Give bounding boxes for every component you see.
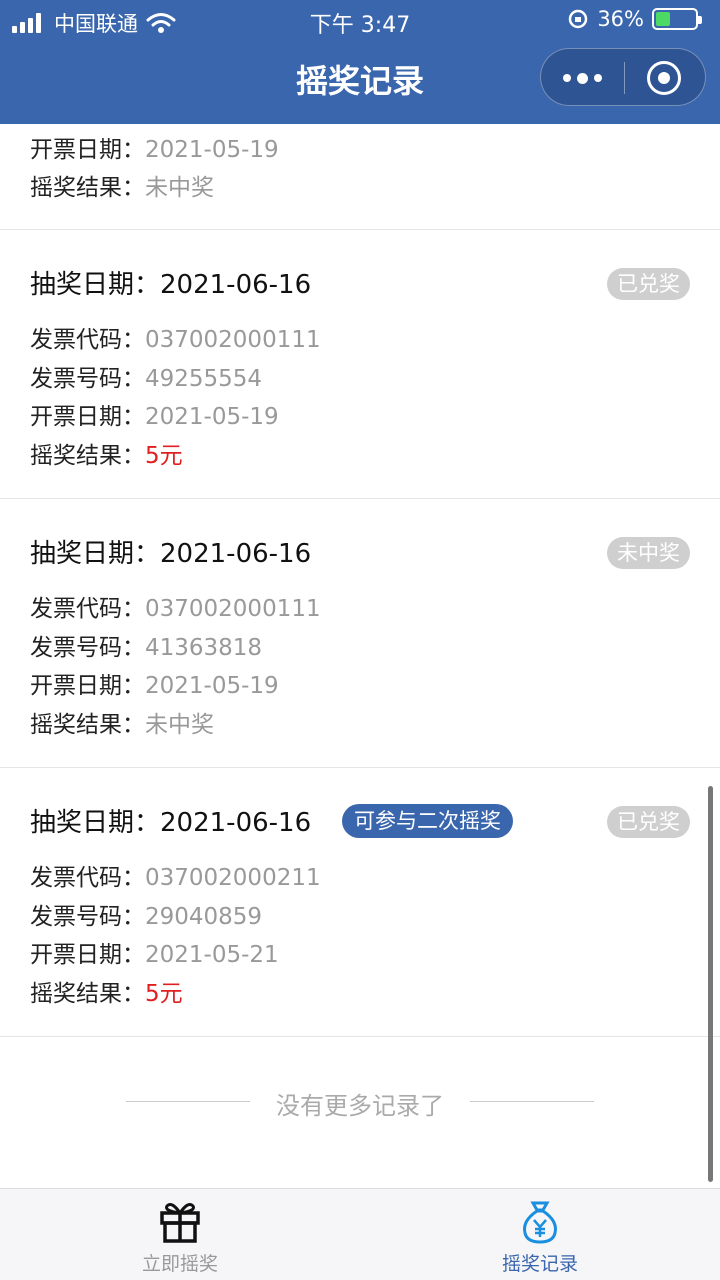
mini-program-capsule <box>540 48 706 106</box>
record-card-partial: 开票日期：2021-05-19 摇奖结果：未中奖 <box>0 124 720 230</box>
header: 中国联通 下午 3:47 36% 摇奖记录 <box>0 0 720 124</box>
record-card: 抽奖日期：2021-06-16 未中奖 发票代码：037002000111 发票… <box>0 499 720 768</box>
no-more-records: 没有更多记录了 <box>0 1084 720 1120</box>
invoice-code-row: 发票代码：037002000211 <box>30 865 321 891</box>
more-menu-button[interactable] <box>541 49 624 107</box>
money-bag-icon <box>523 1201 557 1244</box>
tab-label: 立即摇奖 <box>141 1253 218 1275</box>
tab-draw-records[interactable]: 摇奖记录 <box>360 1189 720 1280</box>
invoice-number-row: 发票号码：29040859 <box>30 904 263 930</box>
draw-date: 抽奖日期：2021-06-16 <box>30 808 312 838</box>
battery-icon <box>652 8 702 30</box>
divider <box>470 1101 594 1102</box>
rotation-lock-icon <box>569 9 588 29</box>
issue-date-row: 开票日期：2021-05-21 <box>30 942 279 968</box>
result-row: 摇奖结果：未中奖 <box>30 175 214 201</box>
result-row: 摇奖结果：5元 <box>30 443 183 469</box>
issue-date-row: 开票日期：2021-05-19 <box>30 137 279 163</box>
tab-label: 摇奖记录 <box>501 1253 578 1275</box>
record-card: 抽奖日期：2021-06-16 已兑奖 发票代码：037002000111 发票… <box>0 230 720 499</box>
record-card: 抽奖日期：2021-06-16 可参与二次摇奖 已兑奖 发票代码：0370020… <box>0 768 720 1037</box>
battery-percent: 36% <box>597 7 644 31</box>
close-target-icon[interactable] <box>647 61 681 95</box>
invoice-code-row: 发票代码：037002000111 <box>30 327 321 353</box>
issue-date-row: 开票日期：2021-05-19 <box>30 404 279 430</box>
status-badge: 已兑奖 <box>607 806 690 838</box>
status-badge: 未中奖 <box>607 537 690 569</box>
second-draw-button[interactable]: 可参与二次摇奖 <box>342 804 513 838</box>
more-dots-icon <box>563 74 571 82</box>
gift-icon <box>160 1203 200 1243</box>
draw-date: 抽奖日期：2021-06-16 <box>30 270 312 300</box>
issue-date-row: 开票日期：2021-05-19 <box>30 673 279 699</box>
result-row: 摇奖结果：5元 <box>30 981 183 1007</box>
no-more-text: 没有更多记录了 <box>276 1092 444 1120</box>
status-badge: 已兑奖 <box>607 268 690 300</box>
draw-date: 抽奖日期：2021-06-16 <box>30 539 312 569</box>
invoice-number-row: 发票号码：49255554 <box>30 366 263 392</box>
invoice-number-row: 发票号码：41363818 <box>30 635 263 661</box>
tab-bar: 立即摇奖 摇奖记录 <box>0 1188 720 1280</box>
tab-draw-now[interactable]: 立即摇奖 <box>0 1189 360 1280</box>
scrollbar[interactable] <box>708 786 713 1182</box>
status-bar: 中国联通 下午 3:47 36% <box>0 0 720 40</box>
invoice-code-row: 发票代码：037002000111 <box>30 596 321 622</box>
result-row: 摇奖结果：未中奖 <box>30 712 214 738</box>
